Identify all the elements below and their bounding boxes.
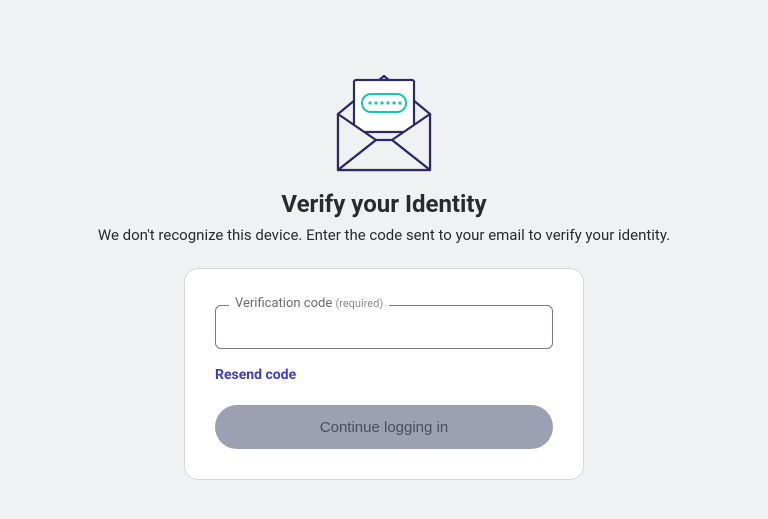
code-required-text: (required)	[335, 297, 383, 310]
verification-card: Verification code (required) Resend code…	[184, 268, 584, 480]
code-field-wrap: Verification code (required)	[215, 305, 553, 349]
resend-code-link[interactable]: Resend code	[215, 367, 553, 383]
code-label-text: Verification code	[235, 296, 332, 311]
continue-button[interactable]: Continue logging in	[215, 405, 553, 449]
page-subtitle: We don't recognize this device. Enter th…	[98, 226, 670, 244]
page-title: Verify your Identity	[281, 190, 486, 218]
code-label: Verification code (required)	[229, 296, 389, 311]
envelope-code-icon	[324, 58, 444, 178]
verification-code-input[interactable]	[215, 305, 553, 349]
